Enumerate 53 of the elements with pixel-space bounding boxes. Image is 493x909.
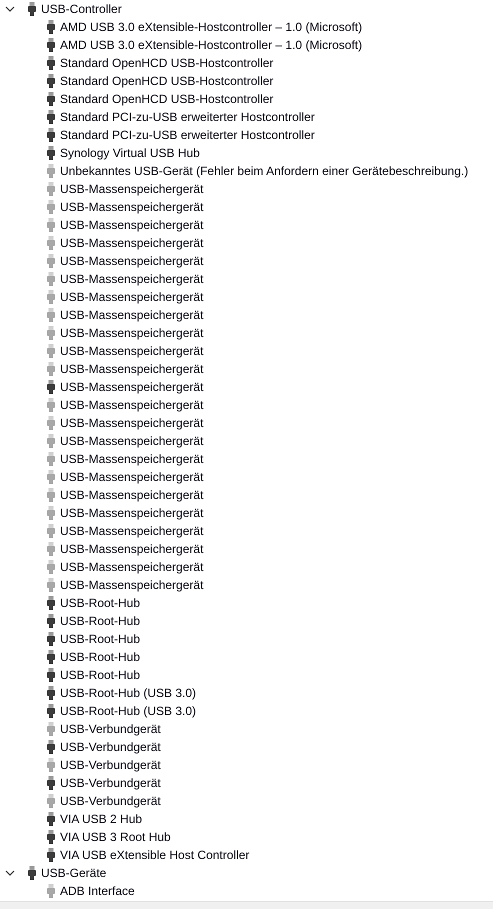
device-label[interactable]: USB-Massenspeichergerät [60, 324, 204, 342]
device-label[interactable]: USB-Root-Hub (USB 3.0) [60, 702, 196, 720]
device-label[interactable]: Synology Virtual USB Hub [60, 144, 200, 162]
device-label[interactable]: USB-Massenspeichergerät [60, 504, 204, 522]
device-label[interactable]: USB-Massenspeichergerät [60, 234, 204, 252]
device-label[interactable]: ADB Interface [60, 882, 135, 900]
device-label[interactable]: USB-Verbundgerät [60, 720, 161, 738]
device-label[interactable]: Standard OpenHCD USB-Hostcontroller [60, 54, 274, 72]
device-label[interactable]: USB-Massenspeichergerät [60, 468, 204, 486]
collapse-chevron-icon[interactable] [5, 4, 15, 14]
device-label[interactable]: VIA USB 2 Hub [60, 810, 142, 828]
device-label[interactable]: USB-Massenspeichergerät [60, 252, 204, 270]
device-label[interactable]: USB-Massenspeichergerät [60, 576, 204, 594]
device-label[interactable]: VIA USB eXtensible Host Controller [60, 846, 250, 864]
collapse-chevron-icon[interactable] [5, 868, 15, 878]
device-label[interactable]: Unbekanntes USB-Gerät (Fehler beim Anfordern einer Gerätebeschreibung.) [60, 162, 468, 180]
device-label[interactable]: USB-Massenspeichergerät [60, 450, 204, 468]
device-label[interactable]: USB-Massenspeichergerät [60, 540, 204, 558]
device-label[interactable]: USB-Root-Hub [60, 648, 140, 666]
device-label[interactable]: USB-Massenspeichergerät [60, 360, 204, 378]
device-label[interactable]: USB-Root-Hub [60, 630, 140, 648]
device-label[interactable]: USB-Massenspeichergerät [60, 558, 204, 576]
device-label[interactable]: USB-Massenspeichergerät [60, 396, 204, 414]
device-label[interactable]: USB-Massenspeichergerät [60, 270, 204, 288]
device-label[interactable]: USB-Root-Hub [60, 612, 140, 630]
device-label[interactable]: Standard PCI-zu-USB erweiterter Hostcontroller [60, 126, 315, 144]
device-label[interactable]: USB-Verbundgerät [60, 738, 161, 756]
device-label[interactable]: USB-Massenspeichergerät [60, 306, 204, 324]
device-label[interactable]: USB-Verbundgerät [60, 756, 161, 774]
device-label[interactable]: USB-Massenspeichergerät [60, 486, 204, 504]
device-label[interactable]: Standard OpenHCD USB-Hostcontroller [60, 90, 274, 108]
device-label[interactable]: USB-Root-Hub [60, 594, 140, 612]
device-label[interactable]: USB-Massenspeichergerät [60, 414, 204, 432]
device-label[interactable]: VIA USB 3 Root Hub [60, 828, 171, 846]
device-label[interactable]: USB-Massenspeichergerät [60, 198, 204, 216]
device-label[interactable]: USB-Massenspeichergerät [60, 180, 204, 198]
device-label[interactable]: USB-Massenspeichergerät [60, 522, 204, 540]
device-label[interactable]: USB-Verbundgerät [60, 774, 161, 792]
device-label[interactable]: USB-Root-Hub [60, 666, 140, 684]
device-label[interactable]: USB-Massenspeichergerät [60, 342, 204, 360]
device-label[interactable]: USB-Verbundgerät [60, 792, 161, 810]
category-label[interactable]: USB-Controller [41, 0, 122, 18]
device-label[interactable]: USB-Massenspeichergerät [60, 432, 204, 450]
device-label[interactable]: Standard OpenHCD USB-Hostcontroller [60, 72, 274, 90]
scrollbar[interactable] [0, 901, 493, 909]
device-label[interactable]: AMD USB 3.0 eXtensible-Hostcontroller – 1.0 (Microsoft) [60, 36, 362, 54]
device-label[interactable]: USB-Massenspeichergerät [60, 216, 204, 234]
device-label[interactable]: AMD USB 3.0 eXtensible-Hostcontroller – 1.0 (Microsoft) [60, 18, 362, 36]
device-label[interactable]: USB-Massenspeichergerät [60, 288, 204, 306]
device-label[interactable]: USB-Root-Hub (USB 3.0) [60, 684, 196, 702]
device-label[interactable]: Standard PCI-zu-USB erweiterter Hostcontroller [60, 108, 315, 126]
category-label[interactable]: USB-Geräte [41, 864, 106, 882]
device-label[interactable]: USB-Massenspeichergerät [60, 378, 204, 396]
